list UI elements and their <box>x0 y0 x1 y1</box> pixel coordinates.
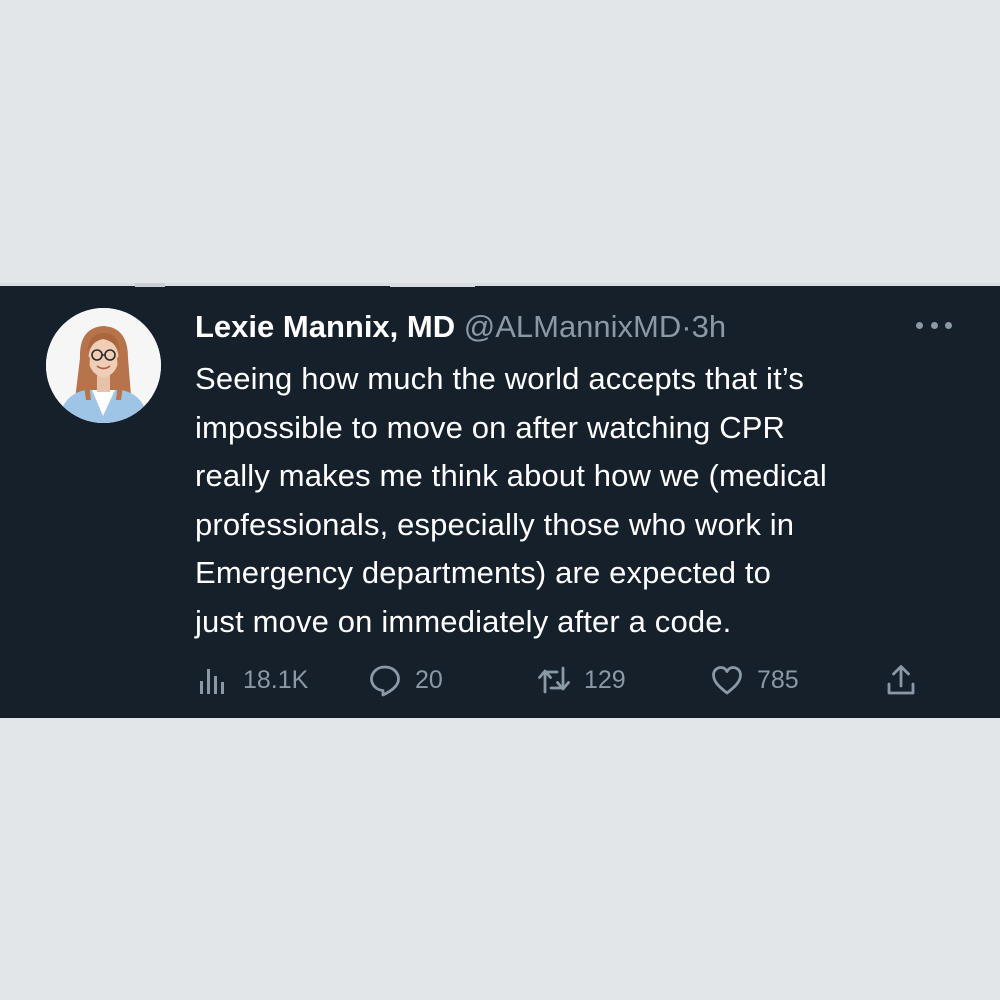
author-handle[interactable]: @ALMannixMD <box>464 309 682 344</box>
views-button[interactable]: 18.1K <box>196 663 308 697</box>
views-count: 18.1K <box>243 665 309 694</box>
avatar[interactable] <box>46 308 161 423</box>
tweet-header: Lexie Mannix, MD @ALMannixMD·3h <box>195 307 726 347</box>
share-button[interactable] <box>884 663 918 697</box>
reply-icon <box>370 665 400 697</box>
retweet-button[interactable]: 129 <box>537 663 626 697</box>
tweet-text-line: just move on immediately after a code. <box>195 603 732 639</box>
tweet-text-line: Seeing how much the world accepts that i… <box>195 361 804 396</box>
tweet-card[interactable]: Lexie Mannix, MD @ALMannixMD·3h Seeing h… <box>0 283 1000 718</box>
tweet-text-line: Emergency departments) are expected to <box>195 555 772 590</box>
more-icon[interactable] <box>916 315 952 335</box>
tweet-text-line: really makes me think about how we (medi… <box>195 458 827 493</box>
like-icon <box>712 666 742 695</box>
reply-button[interactable]: 20 <box>368 663 443 697</box>
like-button[interactable]: 785 <box>710 663 799 697</box>
retweet-icon <box>538 666 570 694</box>
top-divider-gap <box>135 283 165 287</box>
like-count: 785 <box>757 665 799 694</box>
separator-dot: · <box>681 309 692 344</box>
tweet-text-line: impossible to move on after watching CPR <box>195 409 786 445</box>
views-icon <box>200 669 224 694</box>
reply-count: 20 <box>415 665 443 694</box>
avatar-image <box>46 308 161 423</box>
tweet-text-line: professionals, especially those who work… <box>195 506 795 542</box>
author-name[interactable]: Lexie Mannix, MD <box>195 309 455 344</box>
retweet-count: 129 <box>584 665 626 694</box>
tweet-time[interactable]: 3h <box>692 309 726 344</box>
share-icon <box>887 665 915 695</box>
top-divider-dash <box>390 283 475 287</box>
tweet-text: Seeing how much the world accepts that i… <box>195 355 975 646</box>
